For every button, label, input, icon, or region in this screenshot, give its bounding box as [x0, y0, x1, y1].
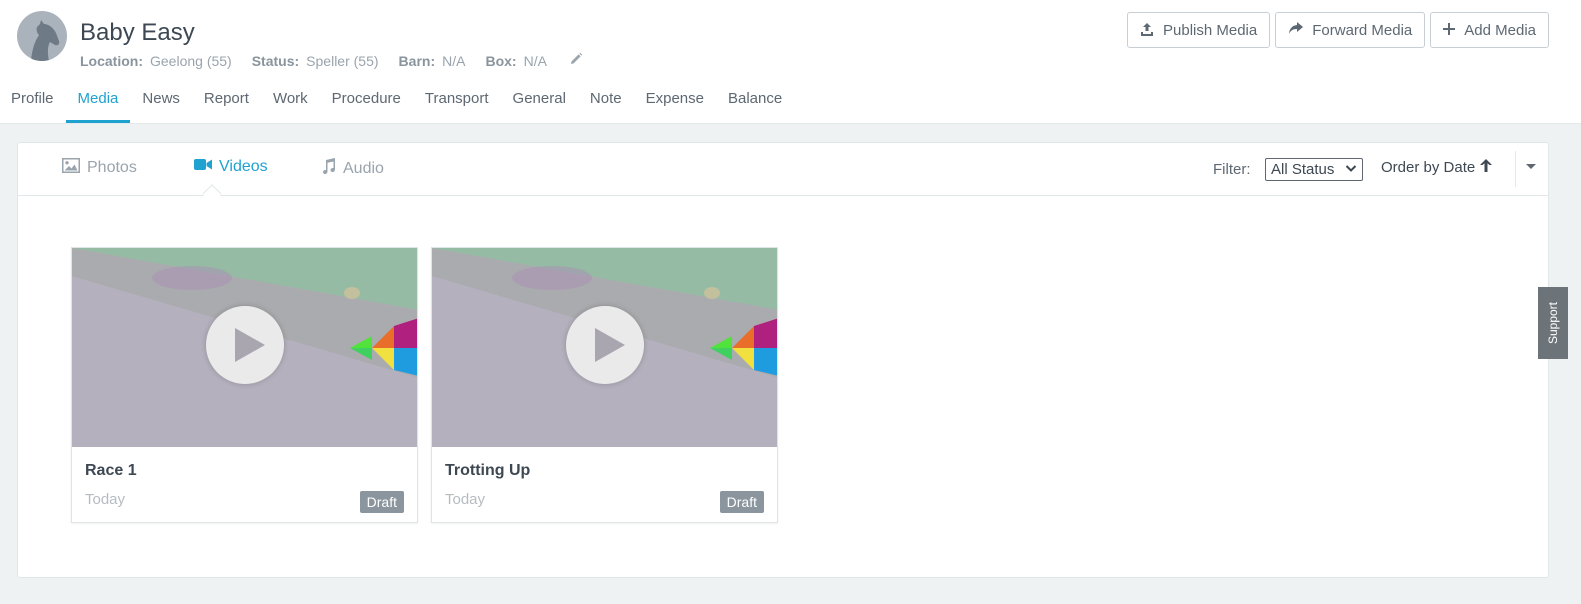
status-value: Speller (55) — [306, 52, 379, 69]
forward-media-label: Forward Media — [1312, 21, 1413, 39]
video-card[interactable]: Race 1 Today Draft — [71, 247, 418, 523]
status-filter-value: All Status — [1271, 161, 1335, 178]
tab-audio[interactable]: Audio — [321, 158, 384, 179]
filter-label: Filter: — [1213, 161, 1251, 178]
video-title[interactable]: Trotting Up — [445, 462, 530, 480]
tab-profile[interactable]: Profile — [0, 82, 66, 123]
tab-note[interactable]: Note — [578, 82, 634, 123]
play-button[interactable] — [206, 306, 284, 384]
support-tab[interactable]: Support — [1538, 287, 1568, 359]
status-badge: Draft — [719, 491, 764, 513]
order-by-label: Order by Date — [1381, 159, 1476, 176]
header-actions: Publish Media Forward Media Add Media — [1127, 12, 1549, 48]
tab-media[interactable]: Media — [65, 82, 131, 123]
caret-down-icon — [1525, 162, 1537, 176]
status-label: Status: — [251, 52, 300, 69]
tab-transport[interactable]: Transport — [413, 82, 501, 123]
order-divider — [1515, 151, 1516, 187]
tab-news[interactable]: News — [130, 82, 192, 123]
media-type-tabs: Photos Videos Audio Filter: All Status O… — [18, 143, 1548, 204]
tab-expense[interactable]: Expense — [634, 82, 716, 123]
barn-value: N/A — [442, 52, 466, 69]
music-note-icon — [321, 158, 336, 179]
tab-audio-label: Audio — [343, 159, 384, 177]
add-media-label: Add Media — [1464, 21, 1536, 39]
media-panel: Photos Videos Audio Filter: All Status O… — [17, 142, 1549, 578]
tab-general[interactable]: General — [501, 82, 578, 123]
video-thumbnail[interactable] — [72, 248, 417, 447]
horse-name: Baby Easy — [80, 19, 195, 46]
chevron-down-icon — [1345, 160, 1357, 181]
barn-label: Barn: — [398, 52, 436, 69]
page-header: Baby Easy Location: Geelong (55) Status:… — [0, 0, 1581, 124]
video-camera-icon — [194, 158, 212, 176]
location-value: Geelong (55) — [150, 52, 232, 69]
video-title[interactable]: Race 1 — [85, 462, 137, 480]
video-date: Today — [445, 491, 486, 508]
horse-nav-tabs: Profile Media News Report Work Procedure… — [0, 82, 794, 123]
box-value: N/A — [523, 52, 547, 69]
tab-videos[interactable]: Videos — [194, 158, 268, 176]
share-arrow-icon — [1288, 22, 1304, 38]
forward-media-button[interactable]: Forward Media — [1275, 12, 1426, 48]
tab-videos-label: Videos — [219, 158, 268, 175]
location-label: Location: — [80, 52, 143, 69]
publish-media-button[interactable]: Publish Media — [1127, 12, 1271, 48]
add-media-button[interactable]: Add Media — [1430, 12, 1549, 48]
publish-media-label: Publish Media — [1163, 21, 1258, 39]
horse-avatar[interactable] — [17, 11, 67, 61]
edit-pencil-icon[interactable] — [569, 52, 583, 69]
image-icon — [62, 158, 80, 178]
tab-report[interactable]: Report — [192, 82, 261, 123]
horse-meta: Location: Geelong (55) Status: Speller (… — [80, 52, 583, 69]
plus-icon — [1443, 22, 1456, 38]
order-dropdown-toggle[interactable] — [1525, 159, 1537, 176]
tab-procedure[interactable]: Procedure — [320, 82, 413, 123]
arrow-up-icon — [1480, 159, 1493, 176]
tab-photos[interactable]: Photos — [62, 158, 137, 178]
status-badge: Draft — [359, 491, 404, 513]
order-by-date-button[interactable]: Order by Date — [1381, 159, 1493, 176]
horse-head-icon — [31, 20, 60, 61]
active-tab-indicator — [202, 184, 222, 204]
upload-icon — [1140, 22, 1154, 39]
video-card[interactable]: Trotting Up Today Draft — [431, 247, 778, 523]
video-thumbnail[interactable] — [432, 248, 777, 447]
box-label: Box: — [485, 52, 517, 69]
tab-balance[interactable]: Balance — [716, 82, 794, 123]
status-filter-select[interactable]: All Status — [1265, 158, 1363, 181]
tab-work[interactable]: Work — [261, 82, 320, 123]
play-button[interactable] — [566, 306, 644, 384]
tab-photos-label: Photos — [87, 159, 137, 176]
support-label: Support — [1546, 301, 1560, 345]
video-date: Today — [85, 491, 126, 508]
